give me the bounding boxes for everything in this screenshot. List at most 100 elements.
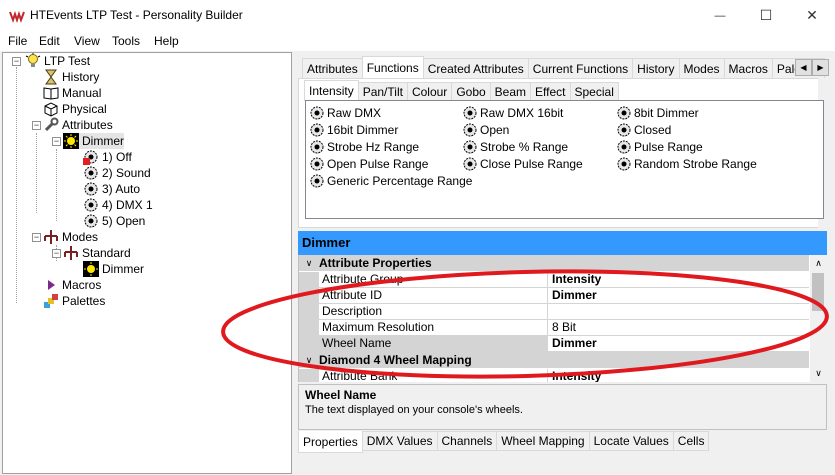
tab-pan-tilt[interactable]: Pan/Tilt: [357, 82, 408, 101]
tree-item-standard[interactable]: Standard: [63, 245, 131, 261]
expand-toggle[interactable]: −: [32, 233, 41, 242]
function-item[interactable]: Strobe Hz Range: [309, 138, 419, 155]
tab-gobo[interactable]: Gobo: [451, 82, 491, 101]
property-name: Attribute Bank: [319, 369, 548, 382]
expand-toggle[interactable]: −: [12, 57, 21, 66]
tree-item-history[interactable]: History: [43, 69, 99, 85]
tab-colour[interactable]: Colour: [406, 82, 453, 101]
menu-view[interactable]: View: [74, 34, 100, 48]
tab-special[interactable]: Special: [569, 82, 619, 101]
property-row[interactable]: Maximum Resolution 8 Bit: [299, 320, 809, 336]
tab-properties[interactable]: Properties: [298, 431, 363, 453]
property-grid[interactable]: ∨ Attribute Properties Attribute Group I…: [298, 255, 827, 382]
tree-function-auto[interactable]: 3) Auto: [83, 181, 140, 197]
function-item[interactable]: Open: [462, 121, 509, 138]
property-value[interactable]: Dimmer: [548, 336, 809, 352]
function-item[interactable]: 8bit Dimmer: [616, 104, 699, 121]
tree-item-modes[interactable]: Modes: [43, 229, 98, 245]
collapse-caret-icon[interactable]: ∨: [299, 258, 319, 269]
tab-macros[interactable]: Macros: [723, 58, 773, 79]
property-name: Attribute Group: [319, 272, 548, 288]
tab-current-functions[interactable]: Current Functions: [527, 58, 634, 79]
tree-item-attributes[interactable]: Attributes: [43, 117, 113, 133]
tree-function-open[interactable]: 5) Open: [83, 213, 145, 229]
function-list[interactable]: Raw DMX 16bit Dimmer Strobe Hz Range Ope…: [305, 100, 824, 219]
menu-help[interactable]: Help: [154, 34, 179, 48]
property-category-label: Attribute Properties: [319, 256, 432, 270]
function-item[interactable]: Raw DMX 16bit: [462, 104, 563, 121]
tab-attributes[interactable]: Attributes: [302, 58, 363, 79]
function-item-label: Close Pulse Range: [480, 156, 583, 171]
function-gear-icon: [617, 157, 631, 170]
function-item[interactable]: Generic Percentage Range: [309, 172, 472, 189]
tab-locate-values[interactable]: Locate Values: [588, 431, 674, 451]
function-item[interactable]: Closed: [616, 121, 671, 138]
tree-item-dimmer[interactable]: Dimmer: [63, 133, 124, 149]
scroll-left-icon[interactable]: ◀: [795, 59, 812, 76]
minimize-button[interactable]: —: [697, 0, 743, 31]
menu-file[interactable]: File: [8, 34, 27, 48]
property-value[interactable]: Dimmer: [548, 288, 809, 304]
property-value[interactable]: Intensity: [548, 272, 809, 288]
close-button[interactable]: ✕: [789, 0, 835, 31]
collapse-caret-icon[interactable]: ∨: [299, 355, 319, 366]
property-category[interactable]: ∨ Attribute Properties: [299, 255, 809, 271]
tree-line: [16, 67, 17, 303]
function-gear-icon: [84, 166, 98, 180]
scroll-up-icon[interactable]: ∧: [810, 255, 827, 272]
tree-item-mode-dimmer[interactable]: Dimmer: [83, 261, 144, 277]
palette-icon: [44, 294, 58, 308]
function-item[interactable]: Random Strobe Range: [616, 155, 757, 172]
tree-item-macros[interactable]: Macros: [43, 277, 101, 293]
function-item[interactable]: Raw DMX: [309, 104, 381, 121]
property-row[interactable]: Attribute Group Intensity: [299, 272, 809, 288]
menu-edit[interactable]: Edit: [39, 34, 60, 48]
function-item[interactable]: Close Pulse Range: [462, 155, 583, 172]
expand-toggle[interactable]: −: [52, 249, 61, 258]
tab-created-attributes[interactable]: Created Attributes: [422, 58, 529, 79]
window-title: HTEvents LTP Test - Personality Builder: [30, 8, 243, 22]
expand-toggle[interactable]: −: [32, 121, 41, 130]
property-category[interactable]: ∨ Diamond 4 Wheel Mapping: [299, 352, 809, 368]
property-grid-scrollbar[interactable]: ∧ ∨: [810, 255, 827, 382]
function-item[interactable]: 16bit Dimmer: [309, 121, 398, 138]
tab-dmx-values[interactable]: DMX Values: [361, 431, 438, 451]
tab-channels[interactable]: Channels: [436, 431, 498, 451]
scroll-thumb[interactable]: [812, 273, 824, 311]
tab-wheel-mapping[interactable]: Wheel Mapping: [496, 431, 590, 451]
tree-function-off[interactable]: 1) Off: [83, 149, 132, 165]
tab-modes[interactable]: Modes: [678, 58, 725, 79]
function-item[interactable]: Strobe % Range: [462, 138, 568, 155]
close-icon: ✕: [806, 7, 818, 23]
scroll-down-icon[interactable]: ∨: [810, 365, 827, 382]
property-row[interactable]: Attribute ID Dimmer: [299, 288, 809, 304]
function-item[interactable]: Pulse Range: [616, 138, 703, 155]
tree-function-sound[interactable]: 2) Sound: [83, 165, 151, 181]
tree-item-manual[interactable]: Manual: [43, 85, 101, 101]
property-grid-header: Dimmer: [298, 231, 827, 255]
tree-item-palettes[interactable]: Palettes: [43, 293, 105, 309]
function-item-label: Closed: [634, 122, 672, 137]
property-row[interactable]: Attribute Bank Intensity: [299, 369, 809, 382]
property-row[interactable]: Description: [299, 304, 809, 320]
function-item[interactable]: Open Pulse Range: [309, 155, 428, 172]
property-value[interactable]: 8 Bit: [548, 320, 809, 336]
tab-beam[interactable]: Beam: [489, 82, 532, 101]
menu-tools[interactable]: Tools: [112, 34, 140, 48]
tree-function-dmx1[interactable]: 4) DMX 1: [83, 197, 153, 213]
tree-item-label: 3) Auto: [102, 182, 141, 196]
tab-functions[interactable]: Functions: [361, 56, 424, 79]
tree-item-physical[interactable]: Physical: [43, 101, 107, 117]
scroll-right-icon[interactable]: ▶: [812, 59, 829, 76]
personality-tree[interactable]: − LTP Test History Manual Physical − Att…: [2, 52, 292, 474]
tree-root[interactable]: LTP Test: [25, 53, 90, 69]
property-row-selected[interactable]: Wheel Name Dimmer: [299, 336, 809, 352]
tab-history[interactable]: History: [632, 58, 680, 79]
tab-effect[interactable]: Effect: [530, 82, 571, 101]
property-value[interactable]: [548, 304, 809, 320]
maximize-button[interactable]: ☐: [743, 0, 789, 31]
tab-intensity[interactable]: Intensity: [304, 80, 359, 101]
expand-toggle[interactable]: −: [52, 137, 61, 146]
property-value[interactable]: Intensity: [548, 369, 809, 382]
tab-cells[interactable]: Cells: [672, 431, 710, 451]
